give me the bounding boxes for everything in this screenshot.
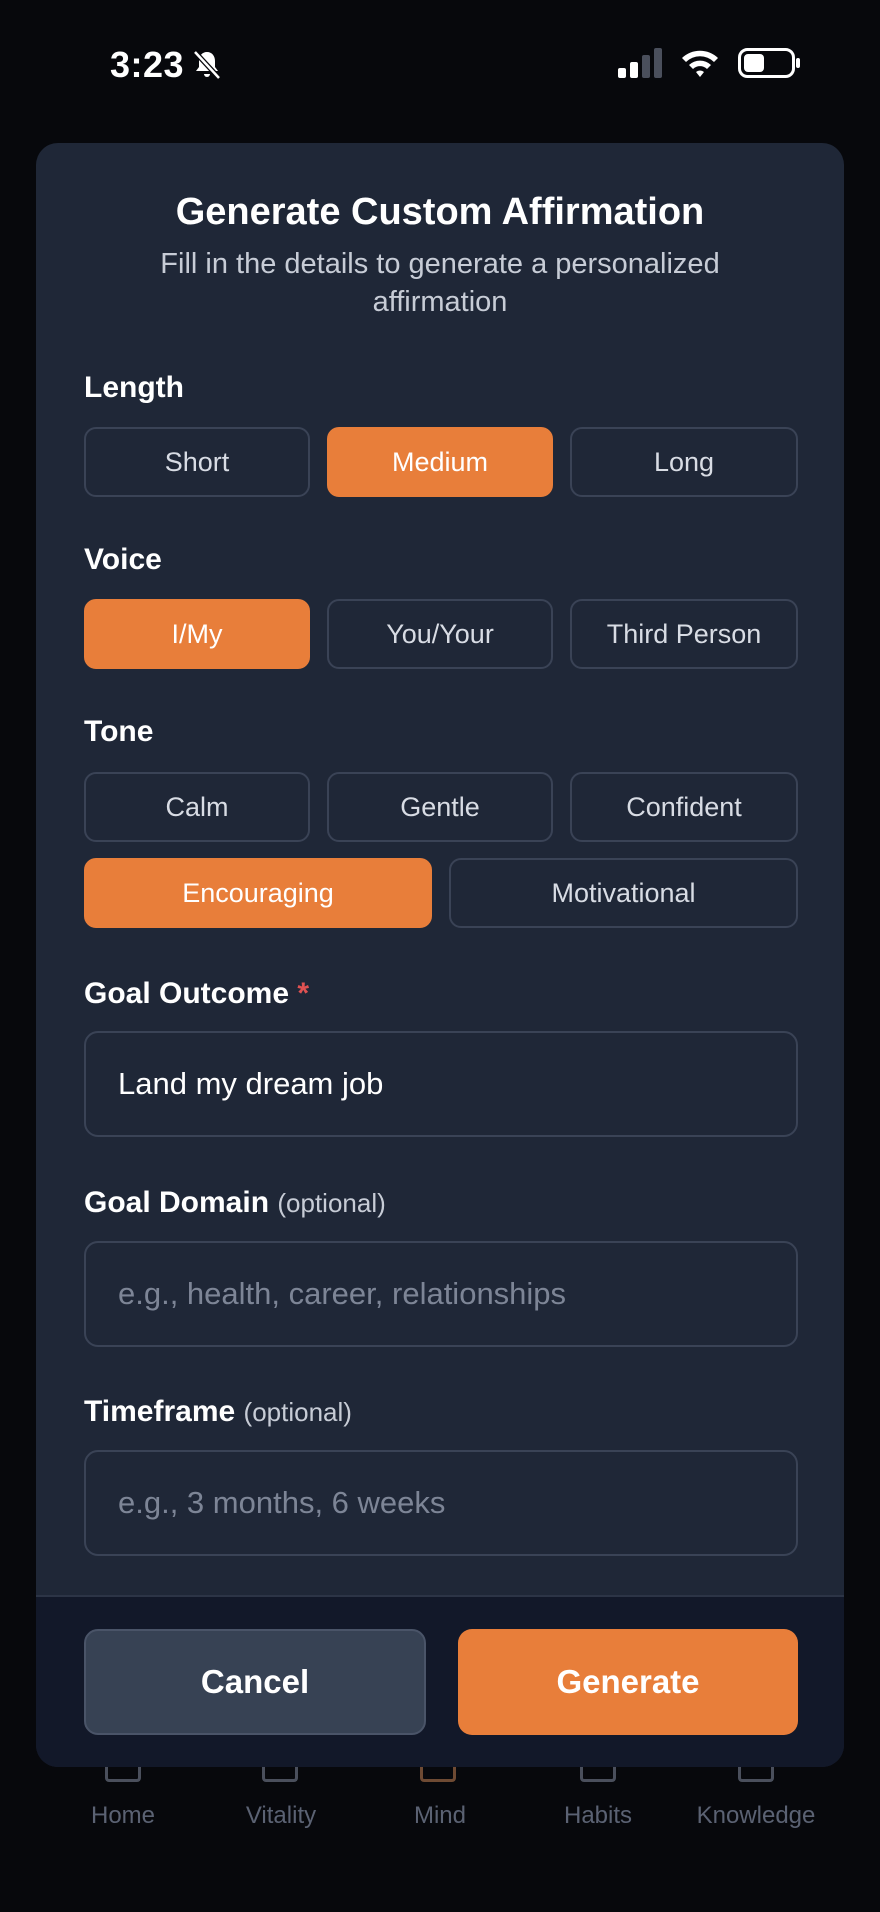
battery-icon <box>738 48 800 78</box>
tone-option-gentle[interactable]: Gentle <box>327 772 553 842</box>
clock-text: 3:23 <box>110 44 185 85</box>
goal-outcome-label-text: Goal Outcome <box>84 977 290 1010</box>
status-bar: 3:23 <box>0 0 880 130</box>
tab-vitality: Vitality <box>245 1802 317 1829</box>
timeframe-label-text: Timeframe <box>84 1395 236 1428</box>
generate-button[interactable]: Generate <box>458 1629 798 1735</box>
wifi-icon <box>682 50 718 77</box>
voice-option-third-person[interactable]: Third Person <box>570 599 798 669</box>
goal-domain-placeholder: e.g., health, career, relationships <box>118 1276 567 1311</box>
length-option-medium[interactable]: Medium <box>327 427 553 497</box>
required-asterisk: * <box>297 977 310 1010</box>
cellular-signal-icon <box>618 48 662 78</box>
goal-outcome-input[interactable]: Land my dream job <box>84 1031 798 1137</box>
tone-option-motivational[interactable]: Motivational <box>449 858 798 928</box>
status-icons <box>618 48 800 78</box>
tone-option-encouraging[interactable]: Encouraging <box>84 858 432 928</box>
tone-option-calm[interactable]: Calm <box>84 772 310 842</box>
goal-outcome-value: Land my dream job <box>118 1066 384 1101</box>
tab-home: Home <box>90 1802 156 1829</box>
voice-option-i-my[interactable]: I/My <box>84 599 310 669</box>
goal-domain-optional-tag: (optional) <box>277 1188 386 1218</box>
voice-label: Voice <box>84 543 162 576</box>
goal-domain-label: Goal Domain (optional) <box>84 1186 386 1220</box>
modal-footer: Cancel Generate <box>36 1595 844 1767</box>
tone-option-confident[interactable]: Confident <box>570 772 798 842</box>
timeframe-placeholder: e.g., 3 months, 6 weeks <box>118 1485 446 1520</box>
timeframe-label: Timeframe (optional) <box>84 1395 352 1429</box>
modal-subtitle: Fill in the details to generate a person… <box>160 248 720 318</box>
tab-knowledge: Knowledge <box>696 1802 816 1829</box>
modal-title: Generate Custom Affirmation <box>175 191 705 233</box>
bell-muted-icon <box>193 50 221 80</box>
cancel-button[interactable]: Cancel <box>84 1629 426 1735</box>
status-time: 3:23 <box>110 44 222 86</box>
tab-mind: Mind <box>413 1802 467 1829</box>
length-option-short[interactable]: Short <box>84 427 310 497</box>
goal-outcome-label: Goal Outcome * <box>84 977 309 1011</box>
goal-domain-label-text: Goal Domain <box>84 1186 270 1219</box>
goal-domain-input[interactable]: e.g., health, career, relationships <box>84 1241 798 1347</box>
length-option-long[interactable]: Long <box>570 427 798 497</box>
length-label: Length <box>84 371 184 404</box>
tone-label: Tone <box>84 715 154 748</box>
affirmation-modal: Generate Custom Affirmation Fill in the … <box>36 143 844 1767</box>
voice-option-you-your[interactable]: You/Your <box>327 599 553 669</box>
timeframe-optional-tag: (optional) <box>243 1397 352 1427</box>
tab-habits: Habits <box>563 1802 633 1829</box>
timeframe-input[interactable]: e.g., 3 months, 6 weeks <box>84 1450 798 1556</box>
